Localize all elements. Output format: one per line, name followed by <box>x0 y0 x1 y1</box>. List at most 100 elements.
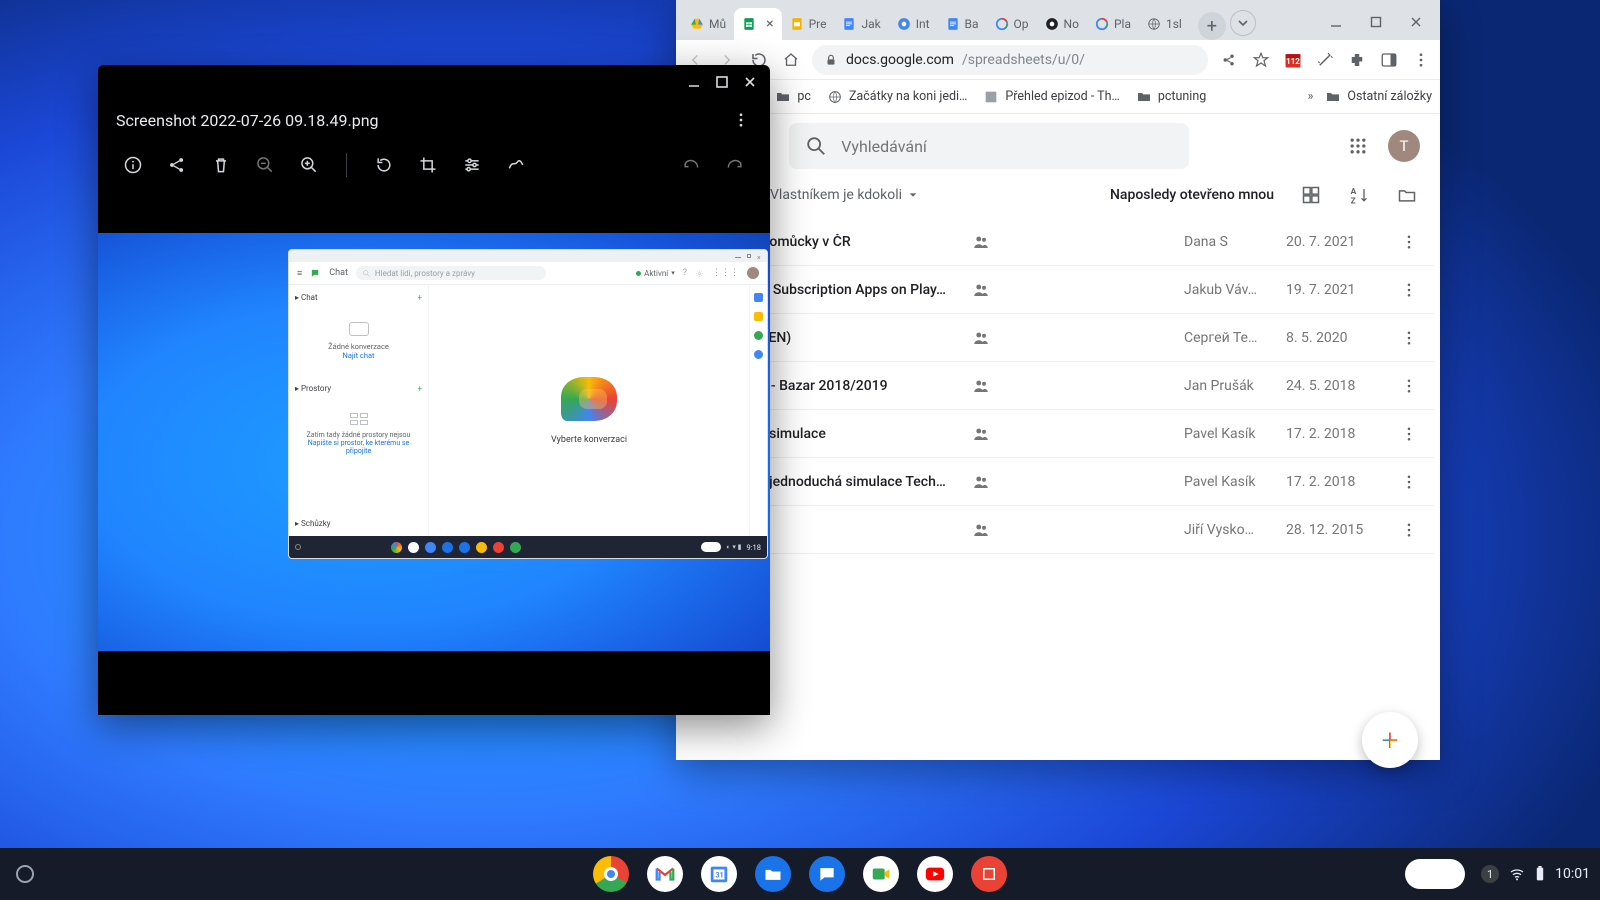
extension-calendar-icon[interactable]: 112 <box>1282 49 1304 71</box>
nav-home[interactable] <box>780 49 802 71</box>
share-icon[interactable] <box>166 154 188 176</box>
screenshot-shelf: ◐ ▾ ▮9:18 <box>289 536 767 558</box>
bookmarks-overflow[interactable]: » <box>1307 89 1313 104</box>
star-icon[interactable] <box>1250 49 1272 71</box>
shared-icon <box>972 281 990 299</box>
search-box[interactable] <box>789 123 1189 169</box>
favicon <box>995 17 1009 31</box>
viewer-more-icon[interactable] <box>730 109 752 131</box>
shelf-meet-icon[interactable] <box>863 856 899 892</box>
image-viewer-window: Screenshot 2022-07-26 09.18.49.png × <box>98 65 770 715</box>
shelf-status-area[interactable]: 1 10:01 <box>1405 859 1590 889</box>
launcher-button[interactable] <box>16 865 34 883</box>
file-date: 28. 12. 2015 <box>1286 522 1386 538</box>
delete-icon[interactable] <box>210 154 232 176</box>
shelf-chrome-icon[interactable] <box>593 856 629 892</box>
file-more-icon[interactable] <box>1400 329 1418 347</box>
chrome-menu-icon[interactable] <box>1410 49 1432 71</box>
window-minimize[interactable] <box>1318 8 1354 36</box>
browser-tab[interactable]: Mů <box>682 8 734 40</box>
crop-icon[interactable] <box>417 154 439 176</box>
view-grid-icon[interactable] <box>1300 184 1322 206</box>
file-row[interactable]: Martingale jednoduchá simulace Tech…Pave… <box>682 458 1434 506</box>
file-more-icon[interactable] <box>1400 473 1418 491</box>
shelf-app-icon[interactable] <box>971 856 1007 892</box>
browser-tab[interactable]: Pre <box>782 8 835 40</box>
undo-icon[interactable] <box>680 154 702 176</box>
file-row[interactable]: Ochranné pomůcky v ČRDana S20. 7. 2021 <box>682 218 1434 266</box>
sheets-header: Tabulky T <box>676 114 1440 178</box>
apps-grid-icon[interactable] <box>1348 136 1368 156</box>
file-row[interactable]: WoWsJiří Vysko…28. 12. 2015 <box>682 506 1434 554</box>
address-bar[interactable]: docs.google.com/spreadsheets/u/0/ <box>812 45 1208 75</box>
tab-close-icon[interactable]: × <box>766 16 773 32</box>
shelf-calendar-icon[interactable]: 31 <box>701 856 737 892</box>
share-icon[interactable] <box>1218 49 1240 71</box>
open-picker-icon[interactable] <box>1396 184 1418 206</box>
tab-label: Pla <box>1114 17 1131 31</box>
tune-icon[interactable] <box>461 154 483 176</box>
browser-tab[interactable]: Jak <box>834 8 888 40</box>
sort-az-icon[interactable]: AZ <box>1348 184 1370 206</box>
extensions-icon[interactable] <box>1346 49 1368 71</box>
chat-addons <box>749 285 767 536</box>
file-row[interactable]: Directives (EN)Сергей Те…8. 5. 2020 <box>682 314 1434 362</box>
file-owner: Сергей Те… <box>1184 330 1272 346</box>
file-more-icon[interactable] <box>1400 281 1418 299</box>
shelf-files-icon[interactable] <box>755 856 791 892</box>
gear-icon <box>695 269 704 278</box>
tab-search-button[interactable] <box>1230 10 1256 36</box>
browser-tab[interactable]: No <box>1037 8 1087 40</box>
window-close[interactable] <box>1398 8 1434 36</box>
info-icon[interactable] <box>122 154 144 176</box>
search-input[interactable] <box>841 137 1173 156</box>
tab-label: Jak <box>861 17 880 31</box>
redo-icon[interactable] <box>724 154 746 176</box>
window-maximize[interactable] <box>1358 8 1394 36</box>
shelf-gmail-icon[interactable] <box>647 856 683 892</box>
file-more-icon[interactable] <box>1400 521 1418 539</box>
browser-tab[interactable]: Pla <box>1087 8 1139 40</box>
bookmark-item[interactable]: pc <box>775 89 811 105</box>
zoom-in-icon[interactable] <box>298 154 320 176</box>
viewer-maximize[interactable] <box>708 68 736 96</box>
file-more-icon[interactable] <box>1400 377 1418 395</box>
file-more-icon[interactable] <box>1400 425 1418 443</box>
browser-tab[interactable]: Int <box>889 8 938 40</box>
shelf-ime-pill[interactable] <box>1405 859 1465 889</box>
viewer-minimize[interactable] <box>680 68 708 96</box>
shared-icon <box>972 473 990 491</box>
browser-tab[interactable]: Ba <box>938 8 987 40</box>
extension-wand-icon[interactable] <box>1314 49 1336 71</box>
bookmark-label: Přehled epizod - Th… <box>1005 89 1119 104</box>
bookmarks-other-folder[interactable]: Ostatní záložky <box>1325 89 1432 105</box>
browser-tab[interactable]: × <box>734 8 781 40</box>
shelf-youtube-icon[interactable] <box>917 856 953 892</box>
file-row[interactable]: Fleeceware Subscription Apps on Play…Jak… <box>682 266 1434 314</box>
file-owner: Jakub Váv… <box>1184 282 1272 298</box>
viewer-close[interactable] <box>736 68 764 96</box>
browser-tab[interactable]: Op <box>987 8 1037 40</box>
notification-badge[interactable]: 1 <box>1481 865 1499 883</box>
account-avatar[interactable]: T <box>1388 130 1420 162</box>
new-document-fab[interactable]: + <box>1362 712 1418 768</box>
bookmark-item[interactable]: Začátky na koni jedi… <box>827 89 967 105</box>
url-host: docs.google.com <box>846 52 954 68</box>
side-panel-icon[interactable] <box>1378 49 1400 71</box>
file-more-icon[interactable] <box>1400 233 1418 251</box>
zoom-out-icon[interactable] <box>254 154 276 176</box>
sort-label[interactable]: Naposledy otevřeno mnou <box>1110 187 1274 203</box>
favicon <box>897 17 911 31</box>
shelf-messages-icon[interactable] <box>809 856 845 892</box>
bookmark-item[interactable]: Přehled epizod - Th… <box>983 89 1119 105</box>
owner-filter[interactable]: Vlastníkem je kdokoli <box>770 187 918 203</box>
file-row[interactable]: Prodej věcí - Bazar 2018/2019Jan Prušák2… <box>682 362 1434 410</box>
rotate-icon[interactable] <box>373 154 395 176</box>
search-icon <box>805 135 827 157</box>
file-owner: Dana S <box>1184 234 1272 250</box>
bookmark-item[interactable]: pctuning <box>1136 89 1206 105</box>
new-tab-button[interactable]: + <box>1198 12 1226 40</box>
file-row[interactable]: Martingale simulacePavel Kasík17. 2. 201… <box>682 410 1434 458</box>
browser-tab[interactable]: 1sl <box>1139 8 1190 40</box>
annotate-icon[interactable] <box>505 154 527 176</box>
